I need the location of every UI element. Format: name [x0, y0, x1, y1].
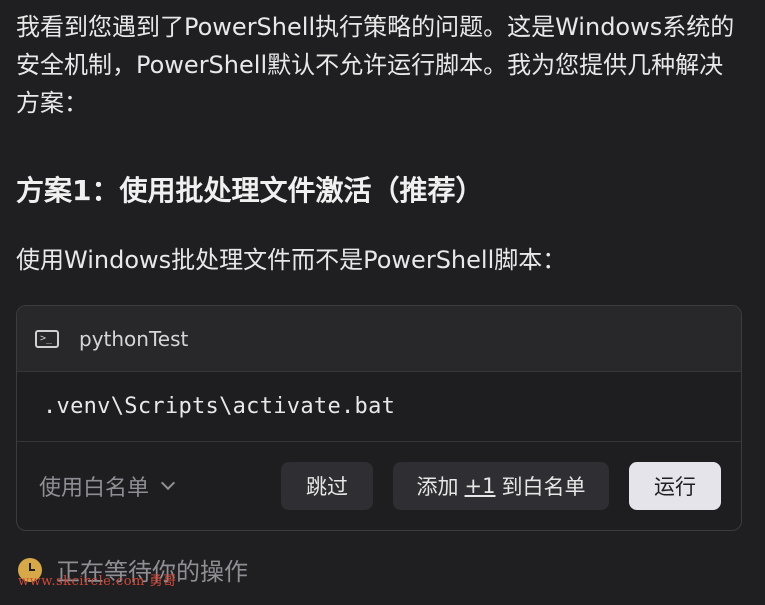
intro-text: 我看到您遇到了PowerShell执行策略的问题。这是Windows系统的安全机… [16, 13, 735, 117]
command-card-header: >_ pythonTest [17, 306, 741, 372]
command-code-area: .venv\Scripts\activate.bat [17, 372, 741, 442]
terminal-icon: >_ [35, 329, 59, 348]
add-suffix: 到白名单 [501, 475, 586, 499]
solution-description: 使用Windows批处理文件而不是PowerShell脚本： [16, 246, 567, 274]
chevron-down-icon [160, 475, 176, 491]
add-count: +1 [464, 474, 496, 498]
command-card: >_ pythonTest .venv\Scripts\activate.bat… [16, 305, 742, 531]
whitelist-dropdown[interactable]: 使用白名单 [39, 470, 176, 502]
add-prefix: 添加 [416, 475, 459, 499]
whitelist-dropdown-label: 使用白名单 [39, 476, 150, 501]
command-code: .venv\Scripts\activate.bat [43, 394, 396, 419]
add-to-whitelist-button[interactable]: 添加 +1 到白名单 [393, 462, 609, 510]
watermark: www.skcircle.com 勇哥 [18, 574, 177, 589]
solution-heading: 方案1：使用批处理文件激活（推荐） [16, 174, 484, 207]
terminal-title: pythonTest [79, 326, 189, 351]
chat-message: 我看到您遇到了PowerShell执行策略的问题。这是Windows系统的安全机… [0, 0, 765, 605]
run-button[interactable]: 运行 [629, 462, 721, 510]
skip-button[interactable]: 跳过 [281, 462, 373, 510]
command-actions: 使用白名单 跳过 添加 +1 到白名单 运行 [17, 442, 741, 530]
